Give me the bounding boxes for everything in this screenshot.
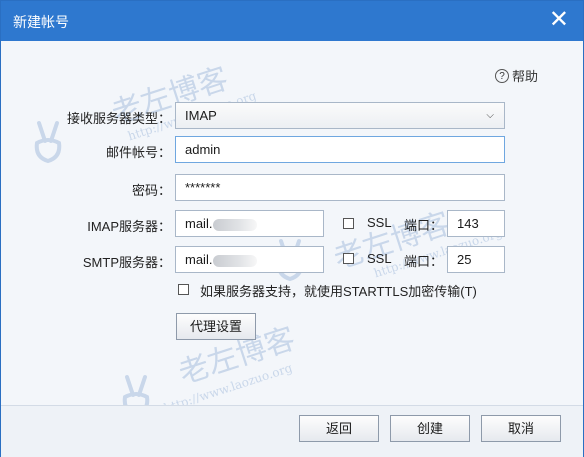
password-input[interactable]: ******* [175, 174, 505, 201]
smtp-server-value: mail. [185, 252, 213, 267]
help-link[interactable]: ? 帮助 [495, 66, 538, 85]
server-type-value: IMAP [185, 108, 217, 123]
password-label: 密码： [131, 183, 171, 198]
imap-ssl-label: SSL [367, 215, 392, 230]
smtp-ssl-label: SSL [367, 251, 392, 266]
watermark-hand-icon [34, 121, 62, 164]
new-account-dialog: 新建帐号 ✕ 老左博客 http://www.laozuo.org 老左博客 h… [0, 0, 584, 457]
help-icon: ? [495, 68, 509, 83]
account-input[interactable]: admin [175, 136, 505, 163]
imap-port-input[interactable]: 143 [447, 210, 505, 237]
titlebar: 新建帐号 ✕ [1, 1, 583, 41]
smtp-port-label: 端口： [404, 254, 444, 269]
back-button[interactable]: 返回 [299, 415, 379, 442]
close-icon[interactable]: ✕ [549, 7, 569, 33]
imap-server-input[interactable]: mail. [175, 210, 324, 237]
proxy-settings-button[interactable]: 代理设置 [176, 313, 256, 340]
starttls-label[interactable]: 如果服务器支持，就使用STARTTLS加密传输(T) [200, 281, 477, 300]
smtp-server-input[interactable]: mail. [175, 246, 324, 273]
dialog-title: 新建帐号 [13, 14, 69, 30]
create-button[interactable]: 创建 [390, 415, 470, 442]
server-type-label: 接收服务器类型： [66, 111, 171, 126]
smtp-label: SMTP服务器： [82, 255, 171, 270]
starttls-checkbox[interactable] [178, 284, 189, 295]
redaction-blur [213, 218, 258, 231]
help-label: 帮助 [512, 69, 539, 84]
imap-ssl-checkbox[interactable] [343, 218, 354, 229]
account-label: 邮件帐号： [105, 145, 171, 160]
imap-label: IMAP服务器： [87, 219, 171, 234]
imap-server-value: mail. [185, 216, 213, 231]
cancel-button[interactable]: 取消 [481, 415, 561, 442]
imap-port-label: 端口： [404, 218, 444, 233]
smtp-port-input[interactable]: 25 [447, 246, 505, 273]
redaction-blur [213, 254, 258, 267]
chevron-down-icon: ⌵ [486, 110, 494, 121]
server-type-select[interactable]: IMAP ⌵ [175, 102, 505, 129]
smtp-ssl-checkbox[interactable] [343, 253, 354, 264]
